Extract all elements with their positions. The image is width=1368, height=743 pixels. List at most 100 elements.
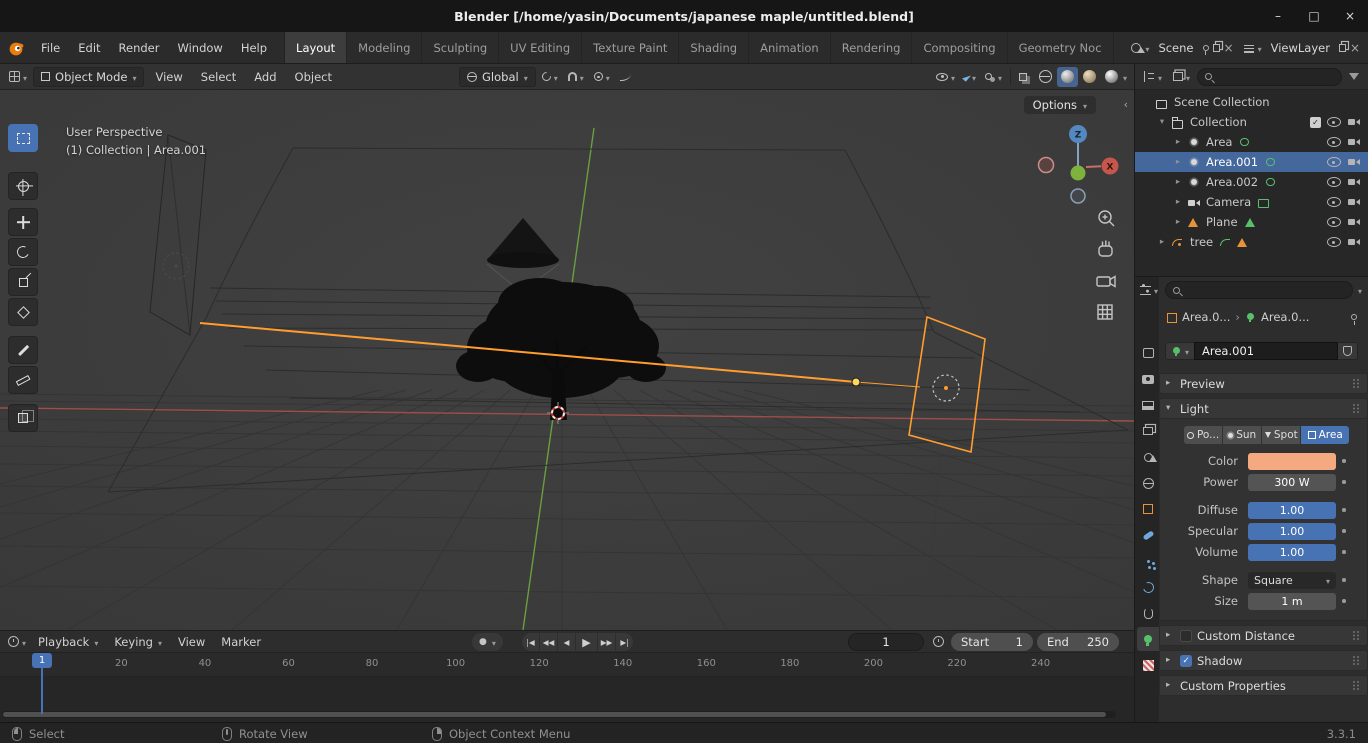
panel-preview[interactable]: Preview [1159,373,1368,394]
eye-icon[interactable] [1325,156,1342,169]
menu-help[interactable]: Help [232,32,276,63]
menu-edit[interactable]: Edit [69,32,109,63]
properties-editor-type-button[interactable] [1136,283,1162,297]
checkbox-icon[interactable] [1310,116,1321,128]
shading-rendered-button[interactable] [1101,67,1122,87]
timeline-tracks[interactable] [0,677,1134,722]
drag-dots-icon[interactable] [1353,631,1361,640]
eye-icon[interactable] [1325,136,1342,149]
shading-material-button[interactable] [1079,67,1100,87]
camera-icon[interactable] [1346,156,1363,169]
scene-dropdown-caret-icon[interactable] [1145,41,1149,55]
timeline-scrollbar-thumb[interactable] [3,712,1106,717]
drag-dots-icon[interactable] [1353,656,1361,665]
transport-jump-to-prev-keyframe[interactable]: ◀◀ [540,633,557,651]
tool-annotate[interactable] [8,336,38,364]
shadow-checkbox[interactable] [1180,654,1192,667]
outliner-row-tree[interactable]: ▸ tree [1135,232,1368,252]
object-visibility-dropdown[interactable] [932,70,959,84]
workspace-tab-texture-paint[interactable]: Texture Paint [582,32,680,63]
outliner-row-area-001[interactable]: ▸ Area.001 [1135,152,1368,172]
end-frame-field[interactable]: End 250 [1037,633,1119,651]
transform-pivot-dropdown[interactable] [538,70,562,84]
size-field[interactable]: 1 m [1248,592,1336,610]
shading-solid-button[interactable] [1056,66,1078,87]
preview-range-clock-icon[interactable] [933,636,944,647]
tool-scale[interactable] [8,268,38,296]
overlays-dropdown[interactable] [981,70,1006,84]
drag-dots-icon[interactable] [1353,404,1361,413]
workspace-tab-rendering[interactable]: Rendering [831,32,913,63]
show-gizmo-dropdown[interactable] [960,70,980,84]
snapping-dropdown[interactable] [564,70,588,84]
camera-icon[interactable] [1346,196,1363,209]
breadcrumb-data[interactable]: Area.0... [1261,310,1309,324]
specular-slider[interactable]: 1.00 [1248,522,1336,540]
animate-dot-icon[interactable] [1336,480,1352,484]
start-frame-field[interactable]: Start 1 [951,633,1033,651]
proportional-falloff-button[interactable] [616,67,635,87]
menu-file[interactable]: File [32,32,69,63]
timeline-editor-type-button[interactable] [4,635,30,649]
timeline-menu-playback[interactable]: Playback [30,635,106,649]
properties-tab-modifiers[interactable] [1137,523,1159,547]
workspace-tab-shading[interactable]: Shading [679,32,750,63]
outliner-row-collection[interactable]: ▾ Collection [1135,112,1368,132]
proportional-edit-dropdown[interactable] [590,70,614,84]
panel-custom-distance[interactable]: Custom Distance [1159,625,1368,646]
outliner-row-area-002[interactable]: ▸ Area.002 [1135,172,1368,192]
viewport-menu-object[interactable]: Object [286,70,341,84]
properties-tab-texture[interactable] [1137,653,1159,677]
minimize-icon[interactable]: – [1270,9,1286,23]
viewport-menu-select[interactable]: Select [192,70,245,84]
outliner-row-area[interactable]: ▸ Area [1135,132,1368,152]
properties-tab-output[interactable] [1137,393,1159,417]
new-view-layer-icon[interactable] [1338,43,1346,52]
timeline-scrollbar[interactable] [2,711,1116,718]
animate-dot-icon[interactable] [1336,529,1352,533]
id-type-button[interactable] [1165,342,1195,360]
light-type-point[interactable]: Po... [1184,426,1223,444]
tool-cursor[interactable] [8,172,38,200]
viewport-menu-view[interactable]: View [146,70,191,84]
scene-name[interactable]: Scene [1153,41,1198,55]
camera-icon[interactable] [1346,116,1363,129]
gizmo-minus-z-axis[interactable] [1070,188,1086,204]
workspace-tab-sculpting[interactable]: Sculpting [422,32,500,63]
eye-icon[interactable] [1325,176,1342,189]
outliner-row-scene-collection[interactable]: Scene Collection [1135,92,1368,112]
view-layer-icon[interactable] [1243,42,1254,53]
shading-wireframe-button[interactable] [1035,67,1056,87]
disclosure-icon[interactable]: ▸ [1173,217,1183,227]
properties-tab-object-data[interactable] [1137,627,1159,651]
menu-window[interactable]: Window [168,32,231,63]
disclosure-icon[interactable]: ▸ [1157,237,1167,247]
camera-icon[interactable] [1346,176,1363,189]
diffuse-slider[interactable]: 1.00 [1248,501,1336,519]
light-name-field[interactable]: Area.001 [1194,342,1338,360]
current-frame-field[interactable]: 1 [848,633,924,651]
panel-shadow[interactable]: Shadow [1159,650,1368,671]
camera-icon[interactable] [1346,136,1363,149]
properties-search-input[interactable] [1165,281,1353,299]
workspace-tab-modeling[interactable]: Modeling [347,32,423,63]
remove-view-layer-icon[interactable] [1350,41,1360,55]
animate-dot-icon[interactable] [1336,459,1352,463]
eye-icon[interactable] [1325,216,1342,229]
properties-tab-scene[interactable] [1137,445,1159,469]
properties-tab-constraints[interactable] [1137,601,1159,625]
timeline-menu-keying[interactable]: Keying [106,635,170,649]
transform-orientation-dropdown[interactable]: Global [459,66,536,87]
drag-dots-icon[interactable] [1353,681,1361,690]
breadcrumb-object[interactable]: Area.0... [1182,310,1230,324]
power-field[interactable]: 300 W [1248,473,1336,491]
properties-tab-object[interactable] [1137,497,1159,521]
tool-transform[interactable] [8,298,38,326]
camera-icon[interactable] [1346,236,1363,249]
properties-tab-render[interactable] [1137,367,1159,391]
menu-render[interactable]: Render [110,32,169,63]
blender-logo-icon[interactable] [0,32,32,63]
viewport-canvas[interactable]: Z X User Perspective (1) Collection | Ar… [0,90,1134,630]
pin-scene-icon[interactable] [1202,44,1209,55]
outliner-row-camera[interactable]: ▸ Camera [1135,192,1368,212]
